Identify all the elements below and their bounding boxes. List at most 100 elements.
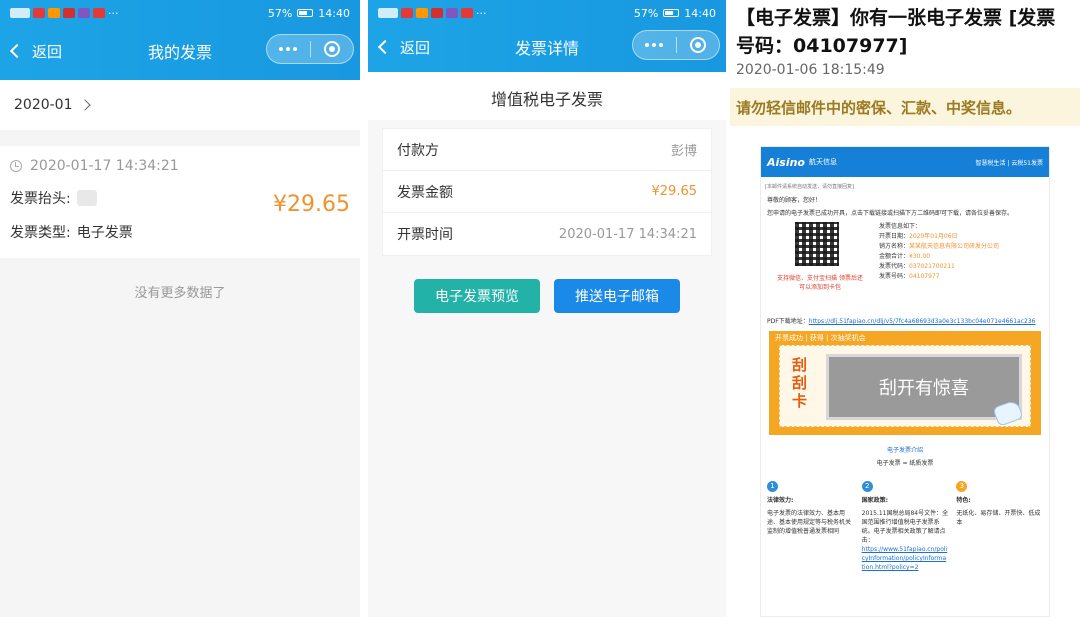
invoice-email-view: 【电子发票】你有一张电子发票 [发票号码：04107977] 2020-01-0… bbox=[730, 0, 1080, 617]
row-value: ¥29.65 bbox=[651, 184, 698, 199]
status-icons: ··· bbox=[10, 7, 119, 20]
scratch-top: 开票成功 | 获得 | 次抽奖机会 bbox=[775, 334, 866, 342]
scratch-area[interactable]: 刮开有惊喜 bbox=[826, 354, 1024, 427]
feature-text: 无纸化、易存储、开票快、低成本 bbox=[956, 510, 1041, 526]
info-label: 开票日期： bbox=[879, 233, 910, 240]
battery-percent: 57% bbox=[267, 6, 293, 20]
info-value: 某某航天信息有限公司研发分公司 bbox=[909, 243, 1000, 250]
no-more-data: 没有更多数据了 bbox=[134, 286, 226, 301]
invoice-time: 2020-01-17 14:34:21 bbox=[30, 158, 179, 174]
row-label: 付款方 bbox=[397, 142, 439, 159]
detail-row-amount: 发票金额 ¥29.65 bbox=[383, 171, 711, 213]
invoice-header-label: 发票抬头: bbox=[10, 191, 71, 207]
invoice-card[interactable]: 2020-01-17 14:34:21 发票抬头: 发票类型: 电子发票 ¥29… bbox=[0, 146, 360, 258]
app-icon bbox=[33, 8, 45, 18]
scratch-ticket: 刮刮卡 刮开有惊喜 bbox=[779, 345, 1031, 427]
info-value: 037021700211 bbox=[909, 263, 955, 270]
app-icon bbox=[431, 8, 443, 18]
intro-subtitle: 电子发票 = 纸质发票 bbox=[876, 460, 934, 467]
detail-table: 付款方 彭博 发票金额 ¥29.65 开票时间 2020-01-17 14:34… bbox=[382, 128, 712, 256]
more-dots-icon bbox=[645, 43, 664, 47]
feature-text: 2015.11国税总局84号文件：全国范围推行增值税电子发票系统。电子发票相关政… bbox=[861, 510, 949, 544]
redacted-name bbox=[76, 190, 97, 206]
back-button[interactable]: 返回 bbox=[368, 37, 430, 58]
hand-pointer-icon bbox=[992, 399, 1024, 427]
preview-invoice-button[interactable]: 电子发票预览 bbox=[414, 279, 540, 313]
signal-icon bbox=[378, 8, 398, 18]
qr-code bbox=[795, 222, 839, 266]
pdf-label: PDF下载地址： bbox=[767, 318, 809, 325]
close-miniprogram-button[interactable] bbox=[677, 31, 720, 59]
brand-cn: 航天信息 bbox=[809, 158, 837, 166]
feature-title: 国家政策: bbox=[861, 497, 889, 504]
chevron-right-icon bbox=[78, 99, 91, 111]
close-miniprogram-button[interactable] bbox=[311, 35, 354, 63]
scratch-card: 开票成功 | 获得 | 次抽奖机会 刮刮卡 刮开有惊喜 bbox=[769, 331, 1041, 435]
more-menu-button[interactable] bbox=[633, 31, 676, 59]
feature-columns: 1 法律效力: 电子发票的法律效力、基本用途、基本使用规定等与税务机关监制的增值… bbox=[767, 481, 1043, 572]
row-label: 发票金额 bbox=[397, 184, 453, 201]
info-label: 销方名称： bbox=[879, 243, 910, 250]
auto-notice: [本邮件请系统自动发送，请勿直接回复] bbox=[765, 184, 854, 190]
feature-title: 特色: bbox=[956, 497, 971, 504]
feature-column: 3 特色: 无纸化、易存储、开票快、低成本 bbox=[956, 481, 1043, 572]
battery-percent: 57% bbox=[633, 6, 659, 20]
target-icon bbox=[689, 37, 706, 53]
battery-icon bbox=[297, 9, 314, 17]
month-selector[interactable]: 2020-01 bbox=[0, 80, 360, 130]
feature-column: 1 法律效力: 电子发票的法律效力、基本用途、基本使用规定等与税务机关监制的增值… bbox=[767, 481, 854, 572]
month-label: 2020-01 bbox=[14, 97, 73, 113]
email-subject: 【电子发票】你有一张电子发票 [发票号码：04107977] bbox=[736, 7, 1056, 57]
number-badge: 3 bbox=[956, 481, 968, 492]
chevron-left-icon bbox=[377, 39, 393, 55]
number-badge: 1 bbox=[767, 481, 778, 492]
invoice-type-value: 电子发票 bbox=[76, 225, 133, 241]
more-menu-button[interactable] bbox=[267, 35, 310, 63]
header-bar: ··· 57% 14:40 返回 发票详情 bbox=[368, 0, 726, 72]
push-email-button[interactable]: 推送电子邮箱 bbox=[554, 279, 680, 313]
status-icons: ··· bbox=[378, 7, 487, 20]
intro-link[interactable]: 电子发票介绍 bbox=[761, 445, 1049, 454]
screenshot-root: ··· 57% 14:40 返回 我的发票 2020-01 2020-01-17… bbox=[0, 0, 1080, 617]
security-warning: 请勿轻信邮件中的密保、汇款、中奖信息。 bbox=[730, 88, 1080, 126]
back-label: 返回 bbox=[32, 42, 63, 61]
info-value: 2020年01月06日 bbox=[909, 233, 958, 240]
clock-time: 14:40 bbox=[318, 6, 350, 20]
email-date: 2020-01-06 18:15:49 bbox=[736, 62, 885, 78]
signal-icon bbox=[10, 8, 30, 18]
info-label: 发票代码： bbox=[879, 263, 910, 270]
detail-row-payer: 付款方 彭博 bbox=[383, 129, 711, 171]
back-label: 返回 bbox=[400, 38, 431, 57]
more-icon: ··· bbox=[108, 6, 119, 20]
policy-link[interactable]: https://www.51fapiao.cn/policyInformatio… bbox=[862, 546, 948, 571]
email-body: Aisino 航天信息 智慧税生活 | 云税51发票 [本邮件请系统自动发送，请… bbox=[760, 146, 1050, 617]
pdf-download: PDF下载地址：https://dlj.51fapiao.cn/dlj/v5/7… bbox=[767, 316, 1043, 325]
miniprogram-capsule bbox=[266, 34, 354, 64]
battery-icon bbox=[663, 9, 680, 17]
my-invoices-screen: ··· 57% 14:40 返回 我的发票 2020-01 2020-01-17… bbox=[0, 0, 360, 617]
invoice-title: 增值税电子发票 bbox=[490, 90, 603, 109]
action-buttons: 电子发票预览 推送电子邮箱 bbox=[368, 279, 726, 313]
chevron-left-icon bbox=[9, 43, 25, 59]
body-text: 您申请的电子发票已成功开具，点击下载链接或扫描下方二维码即可下载，请各位妥善保存… bbox=[767, 210, 1014, 217]
row-value: 彭博 bbox=[670, 144, 697, 159]
info-label: 发票号码： bbox=[879, 273, 910, 280]
app-icon bbox=[48, 8, 60, 18]
miniprogram-capsule bbox=[632, 30, 720, 60]
pdf-link[interactable]: https://dlj.51fapiao.cn/dlj/v5/7fc4a6869… bbox=[809, 318, 1036, 325]
invoice-detail-screen: ··· 57% 14:40 返回 发票详情 增值税电子发票 付款方 彭博 发票金… bbox=[368, 0, 726, 617]
back-button[interactable]: 返回 bbox=[0, 41, 62, 62]
target-icon bbox=[323, 41, 340, 57]
scratch-text: 刮开有惊喜 bbox=[879, 378, 969, 399]
more-icon: ··· bbox=[476, 6, 487, 20]
header-links[interactable]: 智慧税生活 | 云税51发票 bbox=[976, 158, 1043, 167]
feature-text: 电子发票的法律效力、基本用途、基本使用规定等与税务机关监制的增值税普通发票相同 bbox=[767, 510, 852, 535]
feature-title: 法律效力: bbox=[767, 497, 794, 504]
info-value: 04107977 bbox=[909, 273, 940, 280]
nav-bar: 返回 发票详情 bbox=[368, 24, 726, 70]
app-icon bbox=[78, 8, 90, 18]
invoice-type-label: 发票类型: bbox=[10, 225, 71, 241]
app-icon bbox=[461, 8, 473, 18]
status-bar: ··· 57% 14:40 bbox=[368, 0, 726, 26]
invoice-amount: ¥29.65 bbox=[273, 192, 350, 217]
